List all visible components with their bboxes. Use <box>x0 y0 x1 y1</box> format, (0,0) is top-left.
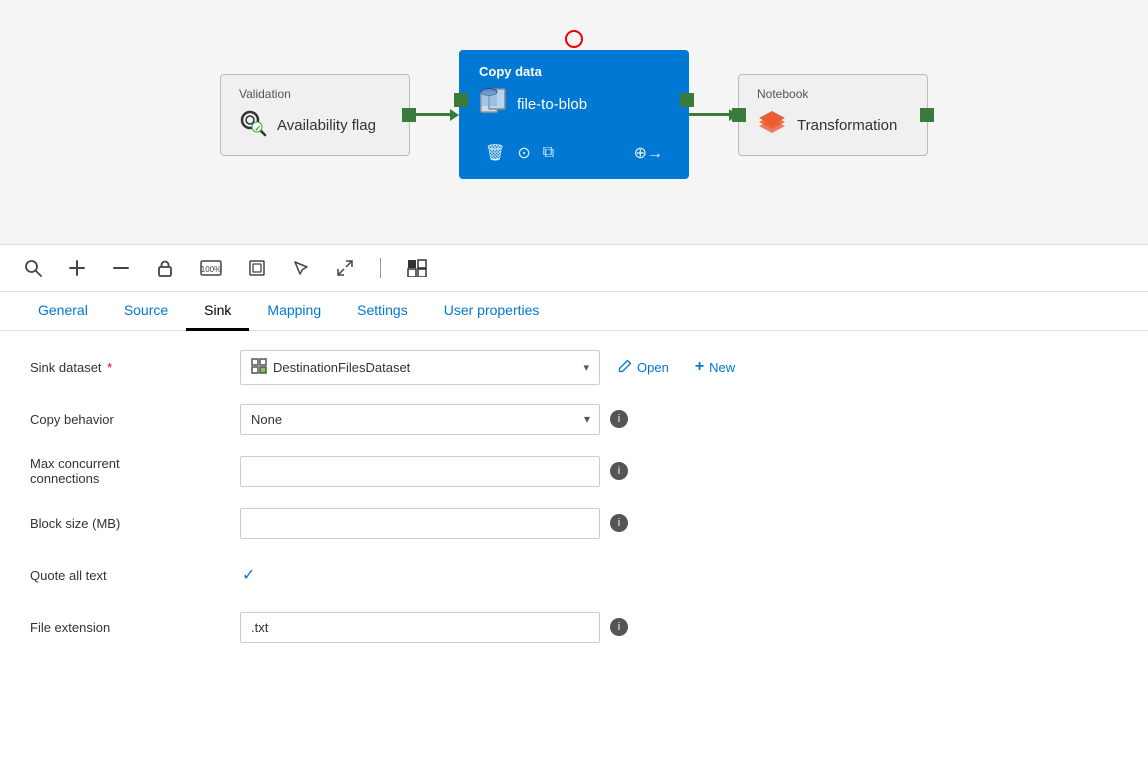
tab-user-properties[interactable]: User properties <box>426 292 558 331</box>
tab-source[interactable]: Source <box>106 292 186 331</box>
quote-all-text-label: Quote all text <box>30 568 240 583</box>
validation-title: Validation <box>239 87 391 101</box>
sink-new-btn[interactable]: + New <box>687 358 743 376</box>
sink-dataset-select[interactable]: DestinationFilesDataset ▾ <box>240 350 600 385</box>
max-concurrent-controls: i <box>240 456 1118 487</box>
copy-data-red-dot <box>565 30 583 48</box>
open-label: Open <box>637 360 669 375</box>
copy-data-node[interactable]: Copy data file-to-blob 🗑 ⊙ ⧉ ⊕ <box>459 50 689 179</box>
pipeline-canvas[interactable]: Validation ✓ Availability flag <box>0 0 1148 245</box>
max-concurrent-info-icon[interactable]: i <box>610 462 628 480</box>
connector-2 <box>689 109 738 121</box>
max-concurrent-row: Max concurrent connections i <box>30 453 1118 489</box>
sink-dataset-value: DestinationFilesDataset <box>273 360 577 375</box>
toolbar-zoom-btn[interactable]: 100% <box>196 255 226 281</box>
tab-sink[interactable]: Sink <box>186 292 249 331</box>
copy-behavior-select[interactable]: None PreserveHierarchy FlattenHierarchy … <box>240 404 600 435</box>
block-size-info-icon[interactable]: i <box>610 514 628 532</box>
quote-all-text-controls: ✓ <box>240 565 1118 585</box>
copy-data-actions: 🗑 ⊙ ⧉ ⊕→ <box>479 133 669 165</box>
copy-right-port <box>680 93 694 107</box>
toolbar-resize-btn[interactable] <box>332 255 358 281</box>
tab-general[interactable]: General <box>20 292 106 331</box>
max-concurrent-label: Max concurrent connections <box>30 456 240 486</box>
block-size-input[interactable] <box>240 508 600 539</box>
toolbar-layers-btn[interactable] <box>403 255 431 281</box>
copy-behavior-label: Copy behavior <box>30 412 240 427</box>
block-size-row: Block size (MB) i <box>30 505 1118 541</box>
sink-open-btn[interactable]: Open <box>610 359 677 376</box>
file-extension-input[interactable]: .txt <box>240 612 600 643</box>
pipeline-nodes: Validation ✓ Availability flag <box>20 50 1128 179</box>
quote-all-text-check: ✓ <box>242 565 255 585</box>
toolbar-minus-btn[interactable] <box>108 255 134 281</box>
sink-dataset-row: Sink dataset * DestinationFilesDataset ▾… <box>30 349 1118 385</box>
sink-dataset-controls: DestinationFilesDataset ▾ Open + New <box>240 350 1118 385</box>
plus-icon: + <box>695 358 704 376</box>
validation-icon: ✓ <box>239 109 267 143</box>
toolbar-lock-btn[interactable] <box>152 255 178 281</box>
copy-move-btn[interactable]: ⊕→ <box>628 141 669 165</box>
toolbar-select-btn[interactable] <box>288 255 314 281</box>
copy-data-title: Copy data <box>479 64 669 79</box>
copy-behavior-select-wrapper: None PreserveHierarchy FlattenHierarchy … <box>240 404 600 435</box>
validation-label: Availability flag <box>277 117 376 134</box>
copy-behavior-row: Copy behavior None PreserveHierarchy Fla… <box>30 401 1118 437</box>
copy-behavior-info-icon[interactable]: i <box>610 410 628 428</box>
quote-all-text-row: Quote all text ✓ <box>30 557 1118 593</box>
toolbar-search-btn[interactable] <box>20 255 46 281</box>
copy-left-port <box>454 93 468 107</box>
notebook-node[interactable]: Notebook Transformation <box>738 74 928 156</box>
copy-data-label: file-to-blob <box>517 96 587 113</box>
copy-delete-btn[interactable]: 🗑 <box>479 141 511 165</box>
notebook-icon <box>757 109 787 143</box>
copy-copy-btn[interactable]: ⧉ <box>537 142 560 164</box>
file-extension-row: File extension .txt i <box>30 609 1118 645</box>
new-label: New <box>709 360 735 375</box>
block-size-controls: i <box>240 508 1118 539</box>
connector-1 <box>410 109 459 121</box>
svg-text:100%: 100% <box>201 265 221 274</box>
toolbar: 100% <box>0 245 1148 292</box>
max-concurrent-input[interactable] <box>240 456 600 487</box>
tab-settings[interactable]: Settings <box>339 292 426 331</box>
copy-data-icon <box>479 87 507 121</box>
notebook-label: Transformation <box>797 117 897 134</box>
validation-node[interactable]: Validation ✓ Availability flag <box>220 74 410 156</box>
properties-panel: Sink dataset * DestinationFilesDataset ▾… <box>0 331 1148 748</box>
dataset-grid-icon <box>251 358 267 377</box>
toolbar-add-btn[interactable] <box>64 255 90 281</box>
pencil-icon <box>618 359 632 376</box>
file-extension-controls: .txt i <box>240 612 1118 643</box>
properties-tabs: General Source Sink Mapping Settings Use… <box>0 292 1148 331</box>
file-extension-info-icon[interactable]: i <box>610 618 628 636</box>
notebook-title: Notebook <box>757 87 909 101</box>
toolbar-fitview-btn[interactable] <box>244 255 270 281</box>
dataset-chevron-icon: ▾ <box>583 361 589 374</box>
svg-text:✓: ✓ <box>255 124 262 133</box>
copy-behavior-controls: None PreserveHierarchy FlattenHierarchy … <box>240 404 1118 435</box>
notebook-right-port <box>920 108 934 122</box>
file-extension-label: File extension <box>30 620 240 635</box>
sink-dataset-label: Sink dataset * <box>30 360 240 375</box>
block-size-label: Block size (MB) <box>30 516 240 531</box>
required-asterisk: * <box>104 360 113 375</box>
toolbar-divider <box>380 258 381 278</box>
copy-params-btn[interactable]: ⊙ <box>511 141 536 165</box>
tab-mapping[interactable]: Mapping <box>249 292 339 331</box>
